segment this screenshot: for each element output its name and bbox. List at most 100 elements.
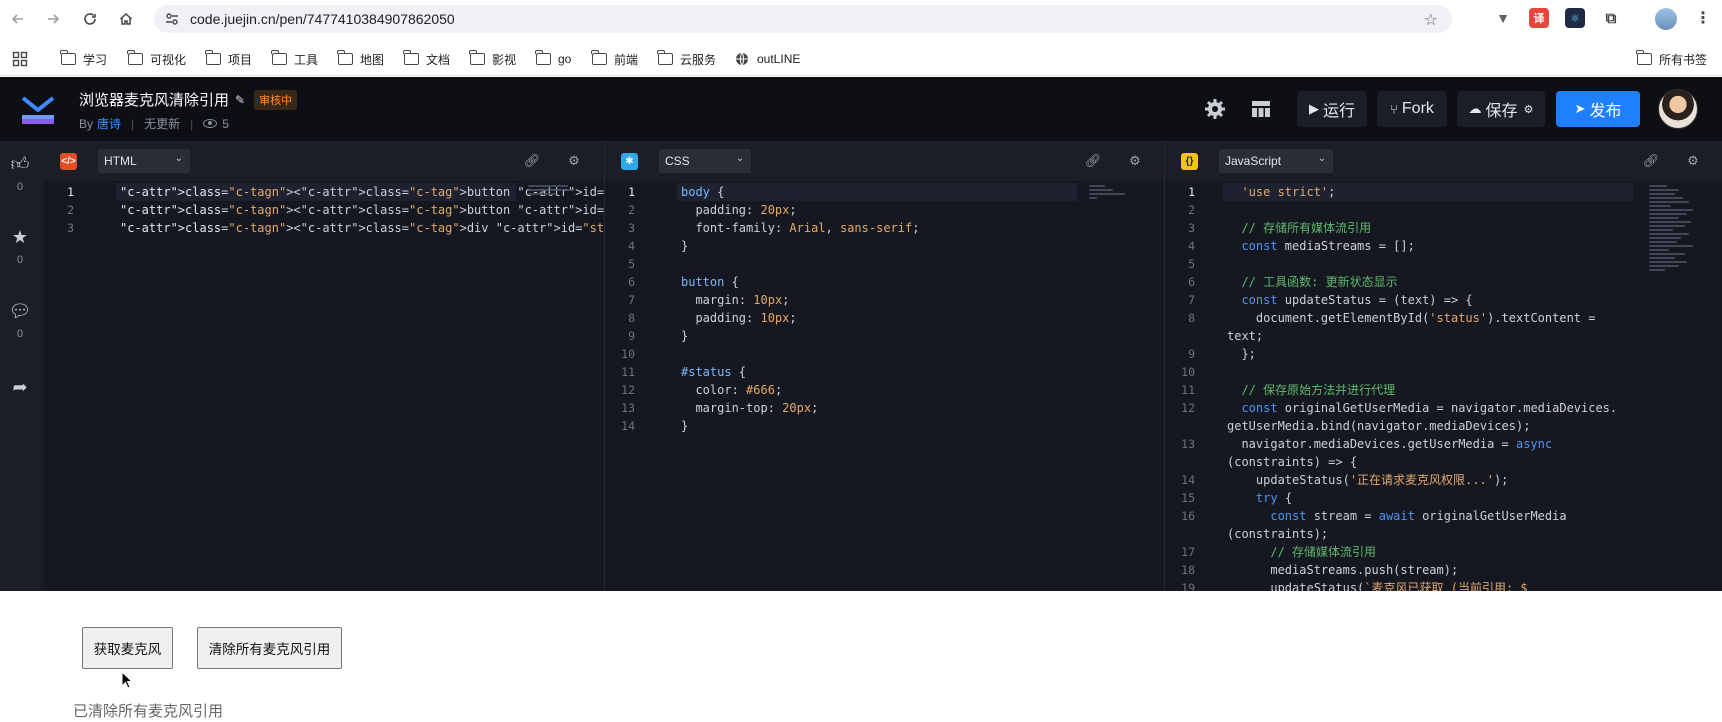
code-line[interactable]: 13 navigator.mediaDevices.getUserMedia =… xyxy=(1165,435,1722,453)
code-text[interactable]: body { xyxy=(681,183,724,201)
clear-mics-button[interactable]: 清除所有麦克风引用 xyxy=(197,627,342,669)
code-line[interactable]: 15 try { xyxy=(1165,489,1722,507)
code-line[interactable]: 12 const originalGetUserMedia = navigato… xyxy=(1165,399,1722,417)
publish-button[interactable]: ➤ 发布 xyxy=(1556,91,1640,127)
code-text[interactable]: const originalGetUserMedia = navigator.m… xyxy=(1227,399,1617,417)
code-line[interactable]: 11 // 保存原始方法并进行代理 xyxy=(1165,381,1722,399)
code-text[interactable]: } xyxy=(681,237,688,255)
code-text[interactable]: mediaStreams.push(stream); xyxy=(1227,561,1458,579)
code-line[interactable]: text; xyxy=(1165,327,1722,345)
code-text[interactable]: margin: 10px; xyxy=(681,291,789,309)
code-text[interactable]: updateStatus(`麦克风已获取 (当前引用: $ xyxy=(1227,579,1527,591)
css-code-editor[interactable]: 1 body {2 padding: 20px; 3 font-family: Ar… xyxy=(605,181,1164,591)
code-line[interactable]: 8 document.getElementById('status').text… xyxy=(1165,309,1722,327)
bookmark-folder-go[interactable]: go xyxy=(535,49,571,69)
code-line[interactable]: 1 body { xyxy=(605,183,1164,201)
code-line[interactable]: 12 color: #666; xyxy=(605,381,1164,399)
code-text[interactable]: getUserMedia.bind(navigator.mediaDevices… xyxy=(1227,417,1530,435)
code-text[interactable]: document.getElementById('status').textCo… xyxy=(1227,309,1596,327)
code-line[interactable]: (constraints); xyxy=(1165,525,1722,543)
bookmark-folder-tools[interactable]: 工具 xyxy=(271,49,318,69)
code-line[interactable]: 2 xyxy=(1165,201,1722,219)
code-line[interactable]: 5 xyxy=(605,255,1164,273)
code-text[interactable]: 'use strict'; xyxy=(1227,183,1335,201)
code-text[interactable]: }; xyxy=(1227,345,1255,363)
bookmark-folder-maps[interactable]: 地图 xyxy=(337,49,384,69)
code-text[interactable]: padding: 20px; xyxy=(681,201,796,219)
html-preprocessor-select[interactable]: HTML ⌄ xyxy=(98,149,190,173)
code-text[interactable]: margin-top: 20px; xyxy=(681,399,818,417)
save-settings-icon[interactable]: ⚙ xyxy=(1524,103,1534,116)
all-bookmarks-folder[interactable]: 所有书签 xyxy=(1636,49,1707,69)
code-line[interactable]: 7 const updateStatus = (text) => { xyxy=(1165,291,1722,309)
pane-settings-gear-icon[interactable]: ⚙ xyxy=(1685,153,1701,169)
settings-gear-button[interactable] xyxy=(1197,91,1233,127)
code-text[interactable]: // 存储媒体流引用 xyxy=(1227,543,1376,561)
code-line[interactable]: 6 button { xyxy=(605,273,1164,291)
link-icon[interactable]: 🔗︎ xyxy=(1085,153,1102,169)
code-line[interactable]: 16 const stream = await originalGetUserM… xyxy=(1165,507,1722,525)
bookmark-folder-study[interactable]: 学习 xyxy=(60,49,107,69)
react-devtools-icon[interactable]: ⚛ xyxy=(1565,8,1585,28)
fork-button[interactable]: ⑂ Fork xyxy=(1377,91,1447,127)
code-line[interactable]: getUserMedia.bind(navigator.mediaDevices… xyxy=(1165,417,1722,435)
code-text[interactable]: const mediaStreams = []; xyxy=(1227,237,1414,255)
code-text[interactable]: } xyxy=(681,327,688,345)
code-line[interactable]: 1 "c-attr">class="c-tagn"><"c-attr">class… xyxy=(44,183,604,201)
code-text[interactable]: button { xyxy=(681,273,739,291)
code-line[interactable]: 14 updateStatus('正在请求麦克风权限...'); xyxy=(1165,471,1722,489)
reload-icon[interactable] xyxy=(78,7,102,31)
code-line[interactable]: 3 // 存储所有媒体流引用 xyxy=(1165,219,1722,237)
site-settings-icon[interactable] xyxy=(164,11,180,27)
code-line[interactable]: 2 padding: 20px; xyxy=(605,201,1164,219)
back-arrow-icon[interactable] xyxy=(6,7,30,31)
author-link[interactable]: 唐诗 xyxy=(97,115,121,132)
code-line[interactable]: 2 "c-attr">class="c-tagn"><"c-attr">class… xyxy=(44,201,604,219)
save-button[interactable]: ☁ 保存 ⚙ xyxy=(1457,91,1545,127)
code-line[interactable]: 3 font-family: Arial, sans-serif; xyxy=(605,219,1164,237)
code-text[interactable]: font-family: Arial, sans-serif; xyxy=(681,219,919,237)
code-line[interactable]: 1 'use strict'; xyxy=(1165,183,1722,201)
code-line[interactable]: 19 updateStatus(`麦克风已获取 (当前引用: $ xyxy=(1165,579,1722,591)
bookmark-folder-frontend[interactable]: 前端 xyxy=(591,49,638,69)
translate-extension-icon[interactable]: 译 xyxy=(1529,8,1549,28)
code-line[interactable]: 4} xyxy=(605,237,1164,255)
code-text[interactable]: #status { xyxy=(681,363,746,381)
apps-grid-icon[interactable] xyxy=(12,49,28,69)
favorite-button[interactable]: ★ 0 xyxy=(0,227,40,266)
code-line[interactable]: 13 margin-top: 20px; xyxy=(605,399,1164,417)
code-text[interactable]: try { xyxy=(1227,489,1292,507)
code-text[interactable]: (constraints) => { xyxy=(1227,453,1357,471)
like-button[interactable]: 👍︎ 0 xyxy=(0,153,40,193)
layout-toggle-button[interactable] xyxy=(1243,91,1279,127)
code-line[interactable]: 18 mediaStreams.push(stream); xyxy=(1165,561,1722,579)
bookmark-folder-visualization[interactable]: 可视化 xyxy=(127,49,186,69)
user-avatar[interactable] xyxy=(1658,89,1698,129)
juejin-logo-icon[interactable] xyxy=(19,93,57,127)
code-text[interactable]: padding: 10px; xyxy=(681,309,796,327)
get-mic-button[interactable]: 获取麦克风 xyxy=(82,627,173,669)
bookmark-folder-cloud[interactable]: 云服务 xyxy=(657,49,716,69)
code-line[interactable]: 10 xyxy=(605,345,1164,363)
bookmark-folder-projects[interactable]: 项目 xyxy=(205,49,252,69)
url-text[interactable]: code.juejin.cn/pen/7477410384907862050 xyxy=(190,11,455,27)
html-code-editor[interactable]: 1 "c-attr">class="c-tagn"><"c-attr">class… xyxy=(44,181,604,591)
pane-settings-gear-icon[interactable]: ⚙ xyxy=(566,153,582,169)
edit-pencil-icon[interactable]: ✎ xyxy=(235,93,245,107)
comment-button[interactable]: 💬︎ 0 xyxy=(0,301,40,340)
code-text[interactable]: navigator.mediaDevices.getUserMedia = as… xyxy=(1227,435,1552,453)
code-text[interactable]: // 保存原始方法并进行代理 xyxy=(1227,381,1395,399)
code-line[interactable]: 9 }; xyxy=(1165,345,1722,363)
code-text[interactable]: // 工具函数: 更新状态显示 xyxy=(1227,273,1397,291)
profile-avatar-icon[interactable] xyxy=(1655,8,1677,30)
code-text[interactable]: const updateStatus = (text) => { xyxy=(1227,291,1472,309)
code-line[interactable]: 10 xyxy=(1165,363,1722,381)
code-text[interactable]: (constraints); xyxy=(1227,525,1328,543)
code-line[interactable]: (constraints) => { xyxy=(1165,453,1722,471)
address-bar[interactable]: code.juejin.cn/pen/7477410384907862050 ☆ xyxy=(154,5,1452,33)
code-text[interactable]: } xyxy=(681,417,688,435)
bookmark-star-icon[interactable]: ☆ xyxy=(1424,10,1438,30)
forward-arrow-icon[interactable] xyxy=(41,7,65,31)
home-icon[interactable] xyxy=(114,7,138,31)
bookmark-folder-docs[interactable]: 文档 xyxy=(403,49,450,69)
